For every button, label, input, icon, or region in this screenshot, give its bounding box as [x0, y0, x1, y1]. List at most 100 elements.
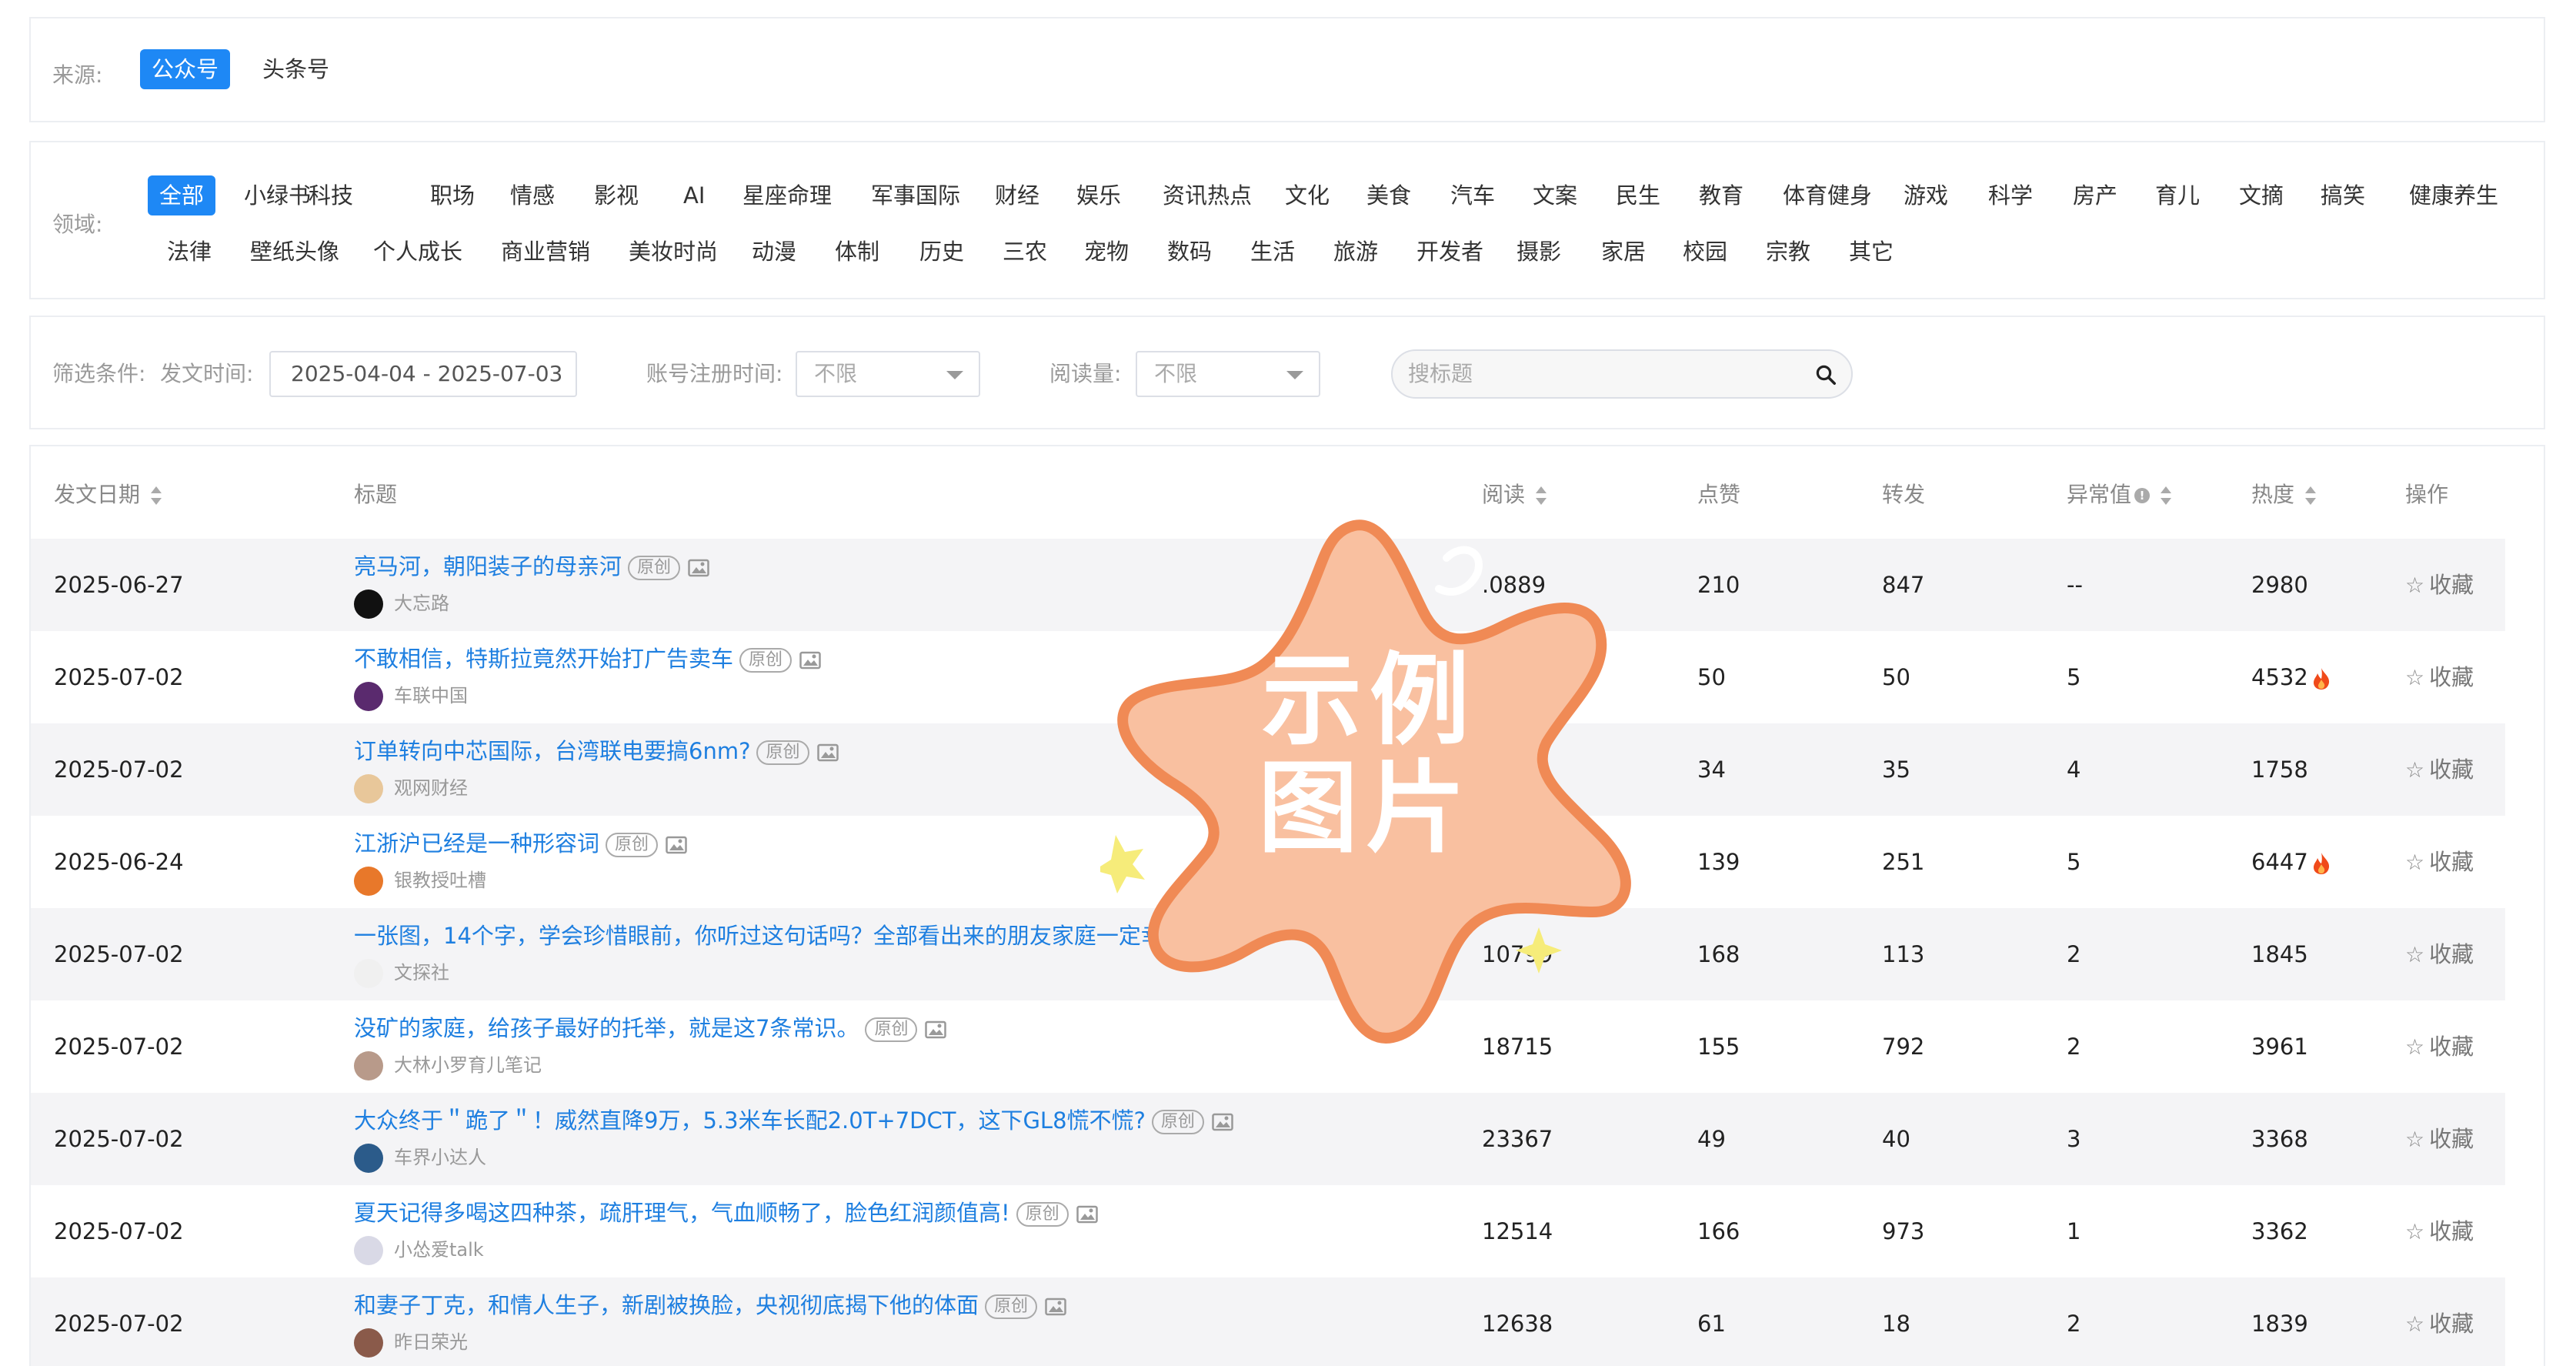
- domain-chip[interactable]: 生活: [1239, 232, 1306, 272]
- article-title-link[interactable]: 一张图，14个字，学会珍惜眼前，你听过这句话吗？全部看出来的朋友家庭一定幸福: [354, 923, 1186, 949]
- cell-date: 2025-07-02: [54, 1126, 184, 1152]
- domain-chip[interactable]: 法律: [155, 232, 223, 272]
- domain-chip[interactable]: 动漫: [740, 232, 808, 272]
- domain-chip[interactable]: 汽车: [1439, 175, 1507, 215]
- domain-chip[interactable]: 美妆时尚: [617, 232, 729, 272]
- header-anomaly[interactable]: 异常值!: [2067, 476, 2172, 514]
- author-name[interactable]: 昨日荣光: [394, 1331, 468, 1353]
- article-title-link[interactable]: 亮马河，朝阳装子的母亲河: [354, 553, 622, 579]
- domain-chip[interactable]: 文化: [1273, 175, 1341, 215]
- domain-chip[interactable]: AI: [672, 175, 716, 215]
- domain-chip[interactable]: 旅游: [1322, 232, 1390, 272]
- domain-chip[interactable]: 教育: [1687, 175, 1755, 215]
- favorite-button[interactable]: ☆ 收藏: [2405, 631, 2474, 723]
- domain-chip[interactable]: 家居: [1590, 232, 1657, 272]
- domain-chip[interactable]: 数码: [1156, 232, 1223, 272]
- favorite-button[interactable]: ☆ 收藏: [2405, 1185, 2474, 1277]
- info-icon[interactable]: !: [2134, 488, 2151, 503]
- post-time-range-input[interactable]: 2025-04-04 - 2025-07-03: [269, 351, 577, 397]
- domain-chip[interactable]: 科技: [297, 175, 365, 215]
- sort-icon[interactable]: [151, 486, 162, 506]
- domain-chip[interactable]: 搞笑: [2309, 175, 2377, 215]
- header-anomaly-label: 异常值: [2067, 482, 2132, 507]
- domain-chip[interactable]: 全部: [148, 175, 216, 215]
- domain-chip[interactable]: 开发者: [1405, 232, 1495, 272]
- header-reads[interactable]: 阅读: [1482, 476, 1547, 514]
- search-icon[interactable]: [1814, 363, 1837, 386]
- domain-chip[interactable]: 壁纸头像: [239, 232, 351, 272]
- source-panel: 来源: 公众号 头条号: [29, 17, 2545, 122]
- search-input[interactable]: [1408, 361, 1777, 386]
- domain-chip[interactable]: 科学: [1977, 175, 2044, 215]
- cell-likes: 166: [1697, 1218, 1740, 1244]
- article-title-link[interactable]: 和妻子丁克，和情人生子，新剧被换脸，央视彻底揭下他的体面: [354, 1292, 979, 1318]
- domain-chip[interactable]: 美食: [1355, 175, 1423, 215]
- domain-chip[interactable]: 房产: [2061, 175, 2129, 215]
- domain-row-2: 法律 壁纸头像 个人成长 商业营销 美妆时尚 动漫 体制 历史 三农 宠物 数码 生活 旅游 开发者 摄影家…: [31, 232, 2544, 272]
- domain-chip[interactable]: 商业营销: [489, 232, 602, 272]
- domain-chip[interactable]: 体制: [823, 232, 891, 272]
- domain-chip[interactable]: 影视: [582, 175, 650, 215]
- header-action: 操作: [2405, 482, 2449, 507]
- article-title-link[interactable]: 江浙沪已经是一种形容词: [354, 830, 599, 857]
- favorite-button[interactable]: ☆ 收藏: [2405, 539, 2474, 631]
- domain-chip[interactable]: 文案: [1521, 175, 1589, 215]
- header-heat[interactable]: 热度: [2251, 476, 2317, 514]
- star-icon: ☆: [2405, 1311, 2425, 1337]
- sort-icon[interactable]: [2305, 486, 2317, 506]
- domain-chip[interactable]: 个人成长: [362, 232, 474, 272]
- domain-chip[interactable]: 宠物: [1073, 232, 1140, 272]
- table-row: 2025-07-02 一张图，14个字，学会珍惜眼前，你听过这句话吗？全部看出来的…: [31, 908, 2505, 1000]
- author-name[interactable]: 大忘路: [394, 593, 449, 614]
- source-option-gongzhonghao[interactable]: 公众号: [140, 49, 231, 89]
- article-title-link[interactable]: 订单转向中芯国际，台湾联电要搞6nm?: [354, 738, 750, 764]
- favorite-button[interactable]: ☆ 收藏: [2405, 1000, 2474, 1093]
- domain-chip[interactable]: 历史: [908, 232, 976, 272]
- domain-chip[interactable]: 健康养生: [2397, 175, 2510, 215]
- article-title-link[interactable]: 大众终于＂跪了＂！威然直降9万，5.3米车长配2.0T+7DCT，这下GL8慌不…: [354, 1107, 1146, 1134]
- author-name[interactable]: 观网财经: [394, 777, 468, 799]
- domain-chip[interactable]: 文摘: [2227, 175, 2295, 215]
- favorite-button[interactable]: ☆ 收藏: [2405, 816, 2474, 908]
- favorite-button[interactable]: ☆ 收藏: [2405, 723, 2474, 816]
- domain-chip[interactable]: 育儿: [2144, 175, 2211, 215]
- domain-chip[interactable]: 校园: [1671, 232, 1739, 272]
- cell-reads: 10799: [1482, 941, 1553, 967]
- author-name[interactable]: 车界小达人: [394, 1147, 486, 1168]
- article-title-link[interactable]: 没矿的家庭，给孩子最好的托举，就是这7条常识。: [354, 1015, 859, 1041]
- author-name[interactable]: 银教授吐槽: [394, 870, 486, 891]
- domain-chip[interactable]: 三农: [991, 232, 1059, 272]
- cell-anomaly: 4: [2067, 756, 2081, 783]
- favorite-button[interactable]: ☆ 收藏: [2405, 908, 2474, 1000]
- author-name[interactable]: 车联中国: [394, 685, 468, 706]
- favorite-button[interactable]: ☆ 收藏: [2405, 1277, 2474, 1366]
- source-option-toutiaohao[interactable]: 头条号: [251, 49, 341, 89]
- domain-chip[interactable]: 星座命理: [731, 175, 843, 215]
- reg-time-select[interactable]: 不限: [796, 351, 980, 397]
- header-date[interactable]: 发文日期: [54, 476, 162, 514]
- cell-shares: 792: [1882, 1034, 1925, 1060]
- domain-chip[interactable]: 职场: [419, 175, 486, 215]
- domain-chip[interactable]: 资讯热点: [1151, 175, 1263, 215]
- domain-chip[interactable]: 摄影: [1505, 232, 1573, 272]
- sort-icon[interactable]: [1536, 486, 1547, 506]
- author-name[interactable]: 大林小罗育儿笔记: [394, 1054, 542, 1076]
- cell-date: 2025-07-02: [54, 941, 184, 967]
- domain-chip[interactable]: 军事国际: [859, 175, 972, 215]
- article-title-link[interactable]: 不敢相信，特斯拉竟然开始打广告卖车: [354, 646, 733, 672]
- domain-chip[interactable]: 情感: [499, 175, 566, 215]
- sort-icon[interactable]: [2161, 486, 2172, 506]
- domain-chip[interactable]: 娱乐: [1065, 175, 1133, 215]
- domain-row-1: 全部 小绿书 科技 职场 情感 影视 AI 星座命理 军事国际 财经 娱乐 资讯热点 文化 美食 汽车 文案民…: [31, 175, 2544, 215]
- author-name[interactable]: 小怂爱talk: [394, 1239, 484, 1261]
- domain-chip[interactable]: 宗教: [1754, 232, 1822, 272]
- domain-chip[interactable]: 其它: [1837, 232, 1905, 272]
- reads-select[interactable]: 不限: [1136, 351, 1320, 397]
- article-title-link[interactable]: 夏天记得多喝这四种茶，疏肝理气，气血顺畅了，脸色红润颜值高!: [354, 1200, 1010, 1226]
- domain-chip[interactable]: 体育健身: [1771, 175, 1884, 215]
- author-name[interactable]: 文探社: [394, 962, 449, 984]
- domain-chip[interactable]: 游戏: [1892, 175, 1960, 215]
- domain-chip[interactable]: 民生: [1604, 175, 1672, 215]
- favorite-button[interactable]: ☆ 收藏: [2405, 1093, 2474, 1185]
- domain-chip[interactable]: 财经: [983, 175, 1051, 215]
